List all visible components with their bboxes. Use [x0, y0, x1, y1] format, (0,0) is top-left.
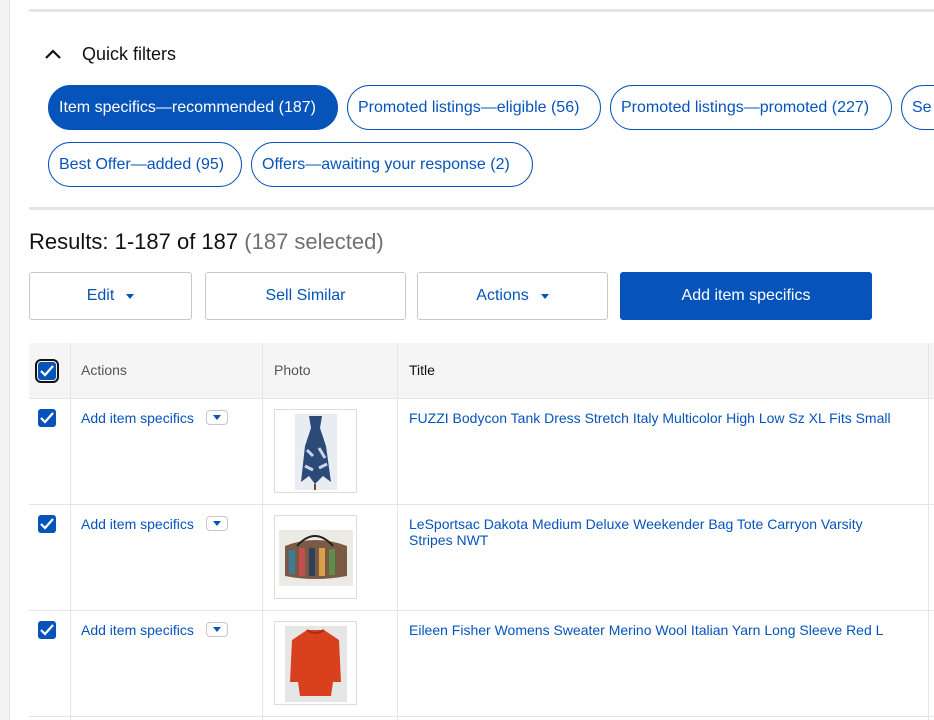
filter-pill-item-specifics-recommended[interactable]: Item specifics—recommended (187) — [48, 85, 338, 130]
table-row: Add item specifics LeSportsac Dakota Med… — [29, 505, 934, 611]
table-header: Actions Photo Title — [29, 343, 934, 399]
add-item-specifics-link[interactable]: Add item specifics — [81, 622, 194, 638]
divider-top — [29, 9, 934, 12]
item-title-link[interactable]: LeSportsac Dakota Medium Deluxe Weekende… — [409, 516, 909, 548]
row-actions-dropdown[interactable] — [206, 622, 228, 637]
results-selected: (187 selected) — [244, 229, 384, 254]
add-item-specifics-button[interactable]: Add item specifics — [620, 272, 872, 320]
check-icon — [40, 365, 54, 377]
sell-similar-button[interactable]: Sell Similar — [205, 272, 406, 320]
table-row: Add item specifics Eileen Fisher Womens … — [29, 611, 934, 717]
row-actions-dropdown[interactable] — [206, 516, 228, 531]
caret-down-icon — [213, 521, 221, 526]
column-header-actions[interactable]: Actions — [81, 343, 127, 398]
column-header-title[interactable]: Title — [409, 343, 435, 398]
column-header-photo: Photo — [274, 362, 311, 378]
check-icon — [40, 624, 54, 636]
results-range: Results: 1-187 of 187 — [29, 229, 239, 254]
item-photo-sweater[interactable] — [274, 621, 357, 705]
actions-button-label: Actions — [476, 287, 529, 304]
filter-pill-promoted-eligible[interactable]: Promoted listings—eligible (56) — [347, 85, 601, 130]
chevron-up-icon — [45, 49, 61, 59]
row-checkbox[interactable] — [38, 409, 56, 427]
filter-pill-truncated[interactable]: Se — [901, 85, 934, 130]
caret-down-icon — [540, 293, 549, 299]
edit-button[interactable]: Edit — [29, 272, 192, 320]
actions-button[interactable]: Actions — [417, 272, 608, 320]
divider-mid — [29, 207, 934, 210]
quick-filters-title: Quick filters — [82, 43, 177, 64]
caret-down-icon — [126, 293, 135, 299]
add-item-specifics-link[interactable]: Add item specifics — [81, 410, 194, 426]
left-gutter — [0, 0, 10, 720]
item-photo-bag[interactable] — [274, 515, 357, 599]
results-count: Results: 1-187 of 187 (187 selected) — [29, 229, 384, 255]
sell-similar-label: Sell Similar — [265, 287, 346, 304]
caret-down-icon — [213, 415, 221, 420]
caret-down-icon — [213, 627, 221, 632]
add-item-specifics-link[interactable]: Add item specifics — [81, 516, 194, 532]
row-actions-dropdown[interactable] — [206, 410, 228, 425]
item-photo-dress[interactable] — [274, 409, 357, 493]
quick-filters-toggle[interactable]: Quick filters — [44, 42, 176, 66]
item-title-link[interactable]: FUZZI Bodycon Tank Dress Stretch Italy M… — [409, 410, 909, 426]
check-icon — [40, 412, 54, 424]
filter-pill-best-offer-added[interactable]: Best Offer—added (95) — [48, 142, 242, 187]
row-checkbox[interactable] — [38, 621, 56, 639]
row-checkbox[interactable] — [38, 515, 56, 533]
filter-pill-offers-awaiting[interactable]: Offers—awaiting your response (2) — [251, 142, 533, 187]
edit-button-label: Edit — [86, 287, 115, 304]
item-title-link[interactable]: Eileen Fisher Womens Sweater Merino Wool… — [409, 622, 909, 638]
check-icon — [40, 518, 54, 530]
table-row: Add item specifics FUZZI Bodycon Tank Dr… — [29, 399, 934, 505]
add-item-specifics-label: Add item specifics — [681, 287, 811, 304]
select-all-checkbox[interactable] — [35, 359, 59, 383]
filter-pill-promoted-promoted[interactable]: Promoted listings—promoted (227) — [610, 85, 892, 130]
